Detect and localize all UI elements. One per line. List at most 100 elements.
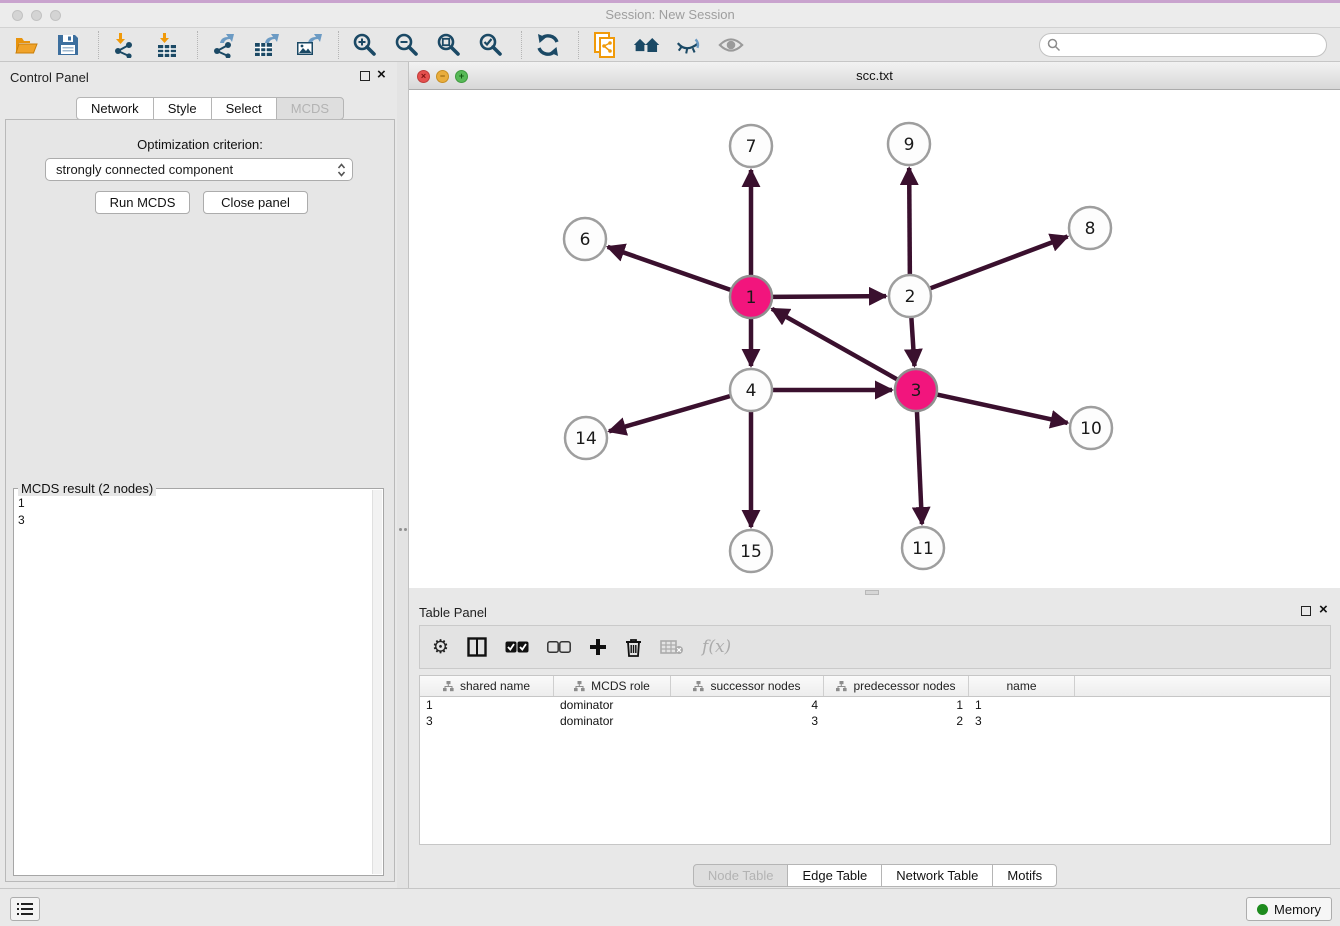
graph-node-label-10: 10: [1080, 419, 1102, 439]
graph-edge-3-1[interactable]: [772, 309, 898, 380]
ndex-houses-icon[interactable]: [633, 31, 661, 59]
table-cell[interactable]: dominator: [554, 713, 671, 729]
window-minimize-button[interactable]: [31, 10, 42, 21]
column-type-icon: [574, 681, 585, 692]
column-panel-icon[interactable]: [467, 637, 487, 657]
graph-node-label-4: 4: [746, 381, 757, 401]
close-table-panel-icon[interactable]: ×: [1319, 601, 1328, 618]
tab-mcds[interactable]: MCDS: [276, 97, 344, 120]
network-close-button[interactable]: ×: [417, 70, 430, 83]
mcds-result-scrollbar[interactable]: [372, 490, 382, 874]
toolbar-separator: [98, 31, 99, 59]
chevron-up-down-icon: [337, 162, 346, 178]
tab-select[interactable]: Select: [211, 97, 277, 120]
window-close-button[interactable]: [12, 10, 23, 21]
memory-button[interactable]: Memory: [1246, 897, 1332, 921]
column-header-name[interactable]: name: [969, 676, 1075, 696]
close-panel-button[interactable]: Close panel: [203, 191, 308, 214]
control-panel-title: Control Panel: [10, 70, 89, 85]
split-handle[interactable]: [865, 590, 879, 595]
split-divider[interactable]: [397, 62, 408, 888]
add-column-icon[interactable]: [589, 638, 607, 656]
tab-motifs[interactable]: Motifs: [992, 864, 1057, 887]
window-zoom-button[interactable]: [50, 10, 61, 21]
graph-edge-1-6[interactable]: [608, 247, 732, 290]
control-panel: Control Panel × Network Style Select MCD…: [0, 62, 397, 888]
network-window-titlebar: × − + scc.txt: [409, 62, 1340, 90]
table-settings-gear-icon[interactable]: ⚙: [432, 636, 449, 658]
import-network-icon[interactable]: [111, 31, 139, 59]
column-header-MCDS-role[interactable]: MCDS role: [554, 676, 671, 696]
column-header-label: predecessor nodes: [853, 679, 955, 693]
mcds-result-text[interactable]: 1 3: [18, 495, 369, 871]
criterion-dropdown[interactable]: strongly connected component: [45, 158, 353, 181]
tab-edge-table[interactable]: Edge Table: [787, 864, 882, 887]
zoom-fit-icon[interactable]: [435, 31, 463, 59]
table-toolbar: ⚙ f(x): [419, 625, 1331, 669]
export-network-icon[interactable]: [210, 31, 238, 59]
zoom-out-icon[interactable]: [393, 31, 421, 59]
tab-network-table[interactable]: Network Table: [881, 864, 993, 887]
tab-network[interactable]: Network: [76, 97, 154, 120]
table-cell[interactable]: 2: [824, 713, 969, 729]
network-graph[interactable]: 7968124314101511: [409, 90, 1340, 588]
table-cell[interactable]: 1: [969, 697, 1075, 713]
network-from-file-icon[interactable]: [591, 31, 619, 59]
table-panel-title: Table Panel: [419, 605, 487, 620]
apply-layout-icon[interactable]: [534, 31, 562, 59]
table-cell[interactable]: 3: [420, 713, 554, 729]
graph-edge-3-11[interactable]: [917, 411, 922, 524]
import-table-icon[interactable]: [153, 31, 181, 59]
zoom-selected-icon[interactable]: [477, 31, 505, 59]
delete-column-trash-icon[interactable]: [625, 638, 642, 657]
graph-edge-4-14[interactable]: [609, 396, 731, 431]
mcds-result-title: MCDS result (2 nodes): [18, 481, 156, 496]
network-canvas[interactable]: 7968124314101511: [409, 90, 1340, 588]
float-table-panel-icon[interactable]: [1301, 606, 1311, 616]
table-cell[interactable]: 3: [671, 713, 824, 729]
show-graphics-details-icon[interactable]: [717, 31, 745, 59]
network-maximize-button[interactable]: +: [455, 70, 468, 83]
column-header-successor-nodes[interactable]: successor nodes: [671, 676, 824, 696]
open-session-icon[interactable]: [12, 31, 40, 59]
table-cell[interactable]: 3: [969, 713, 1075, 729]
table-cell[interactable]: 4: [671, 697, 824, 713]
select-all-icon[interactable]: [505, 641, 529, 653]
criterion-value: strongly connected component: [56, 162, 233, 177]
graph-node-label-8: 8: [1085, 219, 1096, 239]
optimization-criterion-label: Optimization criterion:: [6, 137, 394, 152]
table-cell[interactable]: 1: [824, 697, 969, 713]
tab-node-table[interactable]: Node Table: [693, 864, 789, 887]
graph-edge-2-9[interactable]: [909, 168, 910, 275]
save-session-icon[interactable]: [54, 31, 82, 59]
tab-style[interactable]: Style: [153, 97, 212, 120]
memory-label: Memory: [1274, 902, 1321, 917]
float-panel-icon[interactable]: [360, 71, 370, 81]
close-panel-icon[interactable]: ×: [377, 66, 386, 83]
export-image-icon[interactable]: [294, 31, 322, 59]
zoom-in-icon[interactable]: [351, 31, 379, 59]
run-mcds-button[interactable]: Run MCDS: [95, 191, 190, 214]
table-header-row: shared nameMCDS rolesuccessor nodes prede…: [420, 676, 1330, 697]
memory-status-icon: [1257, 904, 1268, 915]
graph-edge-3-10[interactable]: [937, 394, 1068, 422]
column-header-predecessor-nodes[interactable]: predecessor nodes: [824, 676, 969, 696]
hide-graphics-details-icon[interactable]: [675, 31, 703, 59]
table-row[interactable]: 1dominator411: [420, 697, 1330, 713]
search-field: [1039, 33, 1327, 57]
graph-edge-2-3[interactable]: [911, 317, 914, 366]
table-row[interactable]: 3dominator323: [420, 713, 1330, 729]
session-title: Session: New Session: [0, 0, 1340, 30]
export-table-icon[interactable]: [252, 31, 280, 59]
network-minimize-button[interactable]: −: [436, 70, 449, 83]
table-cell[interactable]: 1: [420, 697, 554, 713]
task-history-button[interactable]: [10, 897, 40, 921]
toolbar-separator: [578, 31, 579, 59]
column-header-shared-name[interactable]: shared name: [420, 676, 554, 696]
graph-edge-2-8[interactable]: [930, 236, 1068, 288]
table-cell[interactable]: dominator: [554, 697, 671, 713]
graph-edge-1-2[interactable]: [772, 296, 886, 297]
search-input[interactable]: [1039, 33, 1327, 57]
delete-table-icon: [660, 639, 684, 655]
unselect-all-icon[interactable]: [547, 641, 571, 653]
